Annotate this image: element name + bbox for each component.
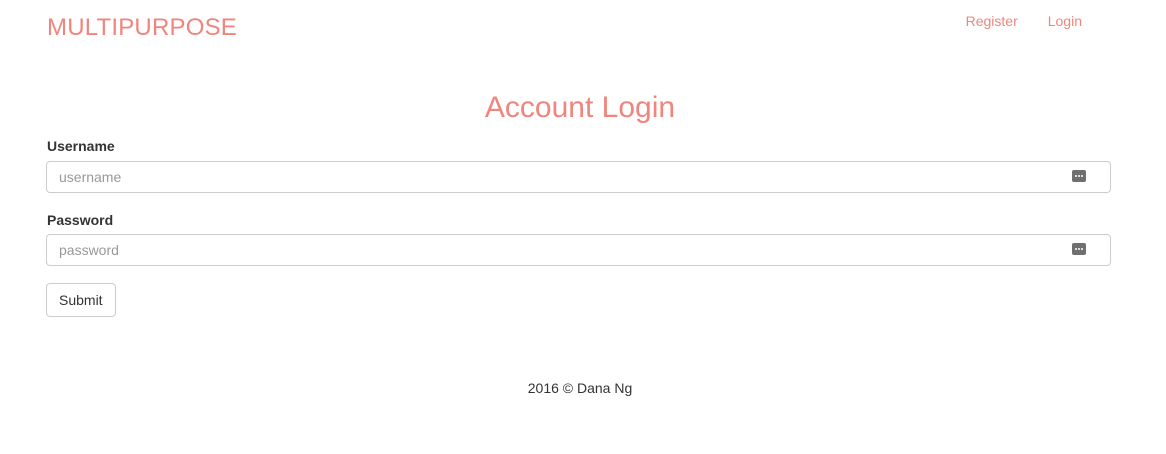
username-input[interactable] [47, 162, 1071, 192]
username-label: Username [47, 138, 115, 154]
password-manager-icon[interactable] [1072, 243, 1086, 255]
password-input[interactable] [47, 235, 1071, 265]
username-field[interactable] [46, 161, 1111, 193]
footer-copyright: 2016 © Dana Ng [527, 380, 633, 396]
password-label: Password [47, 212, 114, 228]
password-manager-icon[interactable] [1072, 170, 1086, 182]
page: MULTIPURPOSE Register Login Account Logi… [0, 0, 1166, 454]
password-field[interactable] [46, 234, 1111, 266]
page-title: Account Login [484, 91, 676, 124]
brand-logo-link[interactable]: MULTIPURPOSE [47, 13, 237, 43]
top-nav: Register Login [966, 12, 1082, 30]
nav-register-link[interactable]: Register [966, 12, 1018, 30]
submit-button[interactable]: Submit [46, 283, 116, 317]
nav-login-link[interactable]: Login [1048, 12, 1082, 30]
